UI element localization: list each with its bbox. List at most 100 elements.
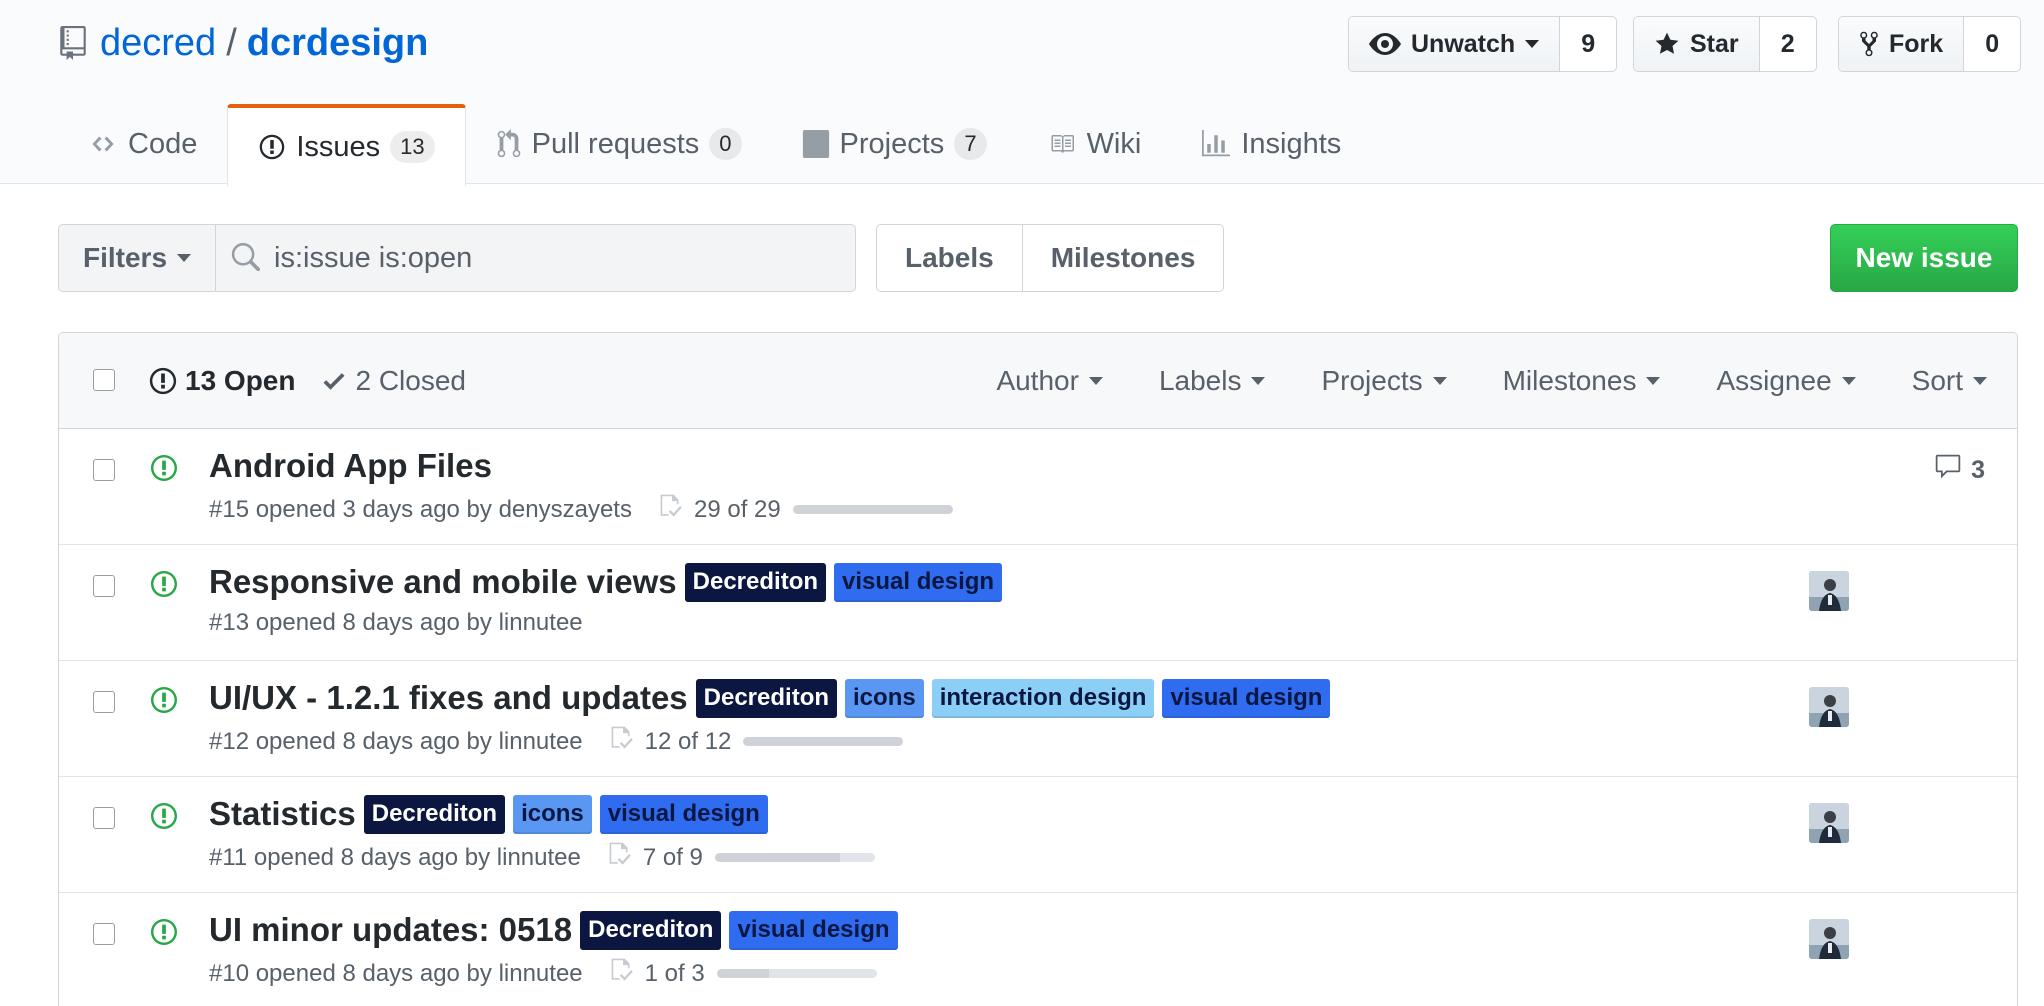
tab-pull-requests-counter: 0	[709, 127, 742, 161]
eye-icon	[1369, 33, 1401, 55]
chevron-down-icon	[1973, 376, 1987, 385]
assignee-filter-label: Assignee	[1716, 364, 1832, 396]
repo-owner-link[interactable]: decred	[100, 22, 216, 65]
assignee-avatar[interactable]	[1809, 571, 1849, 611]
issue-label[interactable]: icons	[845, 679, 924, 718]
new-issue-button[interactable]: New issue	[1830, 224, 2018, 292]
issue-opened-icon	[151, 453, 177, 488]
issue-meta-text: #12 opened 8 days ago by linnutee	[209, 727, 583, 755]
tab-code[interactable]: Code	[58, 104, 227, 184]
fork-count[interactable]: 0	[1964, 17, 2020, 71]
filters-button[interactable]: Filters	[58, 224, 217, 292]
checklist-icon	[609, 957, 645, 990]
search-input[interactable]	[274, 241, 835, 275]
author-filter[interactable]: Author	[996, 365, 1103, 397]
issue-label[interactable]: Decrediton	[684, 563, 827, 602]
issue-meta-text: #15 opened 3 days ago by denyszayets	[209, 495, 632, 523]
projects-filter[interactable]: Projects	[1321, 365, 1447, 397]
issue-label[interactable]: Decrediton	[695, 679, 838, 718]
tab-wiki[interactable]: Wiki	[1017, 104, 1172, 184]
task-progress: 7 of 9	[607, 841, 875, 874]
repo-name-link[interactable]: dcrdesign	[247, 22, 429, 65]
issue-title-link[interactable]: UI minor updates: 0518	[209, 911, 572, 949]
task-progress-fill	[792, 505, 953, 514]
issue-label[interactable]: visual design	[1162, 679, 1331, 718]
code-icon	[92, 136, 114, 152]
task-progress-bar	[743, 737, 904, 746]
closed-issues-link[interactable]: 2 Closed	[321, 365, 466, 397]
tab-issues-counter: 13	[390, 130, 435, 164]
star-button[interactable]: Star	[1634, 17, 1760, 71]
issue-title-link[interactable]: Android App Files	[209, 447, 492, 485]
milestones-button[interactable]: Milestones	[1023, 225, 1224, 291]
issue-meta-text: #13 opened 8 days ago by linnutee	[209, 609, 583, 636]
tab-pull-requests-label: Pull requests	[531, 127, 700, 160]
issue-filter-dropdowns: Author Labels Projects Milestones Assign…	[940, 365, 1987, 397]
tab-projects-label: Projects	[839, 127, 945, 160]
tab-pull-requests[interactable]: Pull requests 0	[466, 104, 772, 184]
task-count: 7 of 9	[642, 843, 703, 871]
labels-milestones-group: Labels Milestones	[876, 224, 1225, 292]
issue-checkbox[interactable]	[93, 807, 115, 829]
tab-issues[interactable]: Issues 13	[227, 104, 466, 186]
milestones-filter-label: Milestones	[1502, 364, 1637, 396]
tab-insights-label: Insights	[1241, 127, 1342, 160]
repo-nav-tabs: Code Issues 13 Pull requests 0 Projects …	[58, 104, 1371, 186]
issue-row: Android App Files #15 opened 3 days ago b…	[59, 429, 2017, 545]
issue-label[interactable]: Decrediton	[580, 911, 722, 950]
filter-bar: Filters	[58, 224, 857, 292]
issue-label[interactable]: interaction design	[931, 679, 1155, 718]
issue-meta: #10 opened 8 days ago by linnutee 1 of 3	[209, 957, 877, 990]
chevron-down-icon	[1251, 376, 1266, 385]
assignee-avatar[interactable]	[1809, 803, 1849, 843]
milestones-filter[interactable]: Milestones	[1503, 365, 1661, 397]
comments-link[interactable]: 3	[1933, 453, 1985, 488]
sort-filter[interactable]: Sort	[1912, 365, 1987, 397]
task-progress-fill	[716, 969, 770, 978]
repo-header: decred / dcrdesign Unwatch 9 Star 2 Fork…	[0, 0, 2044, 186]
open-issues-link[interactable]: 13 Open	[149, 365, 295, 397]
checklist-icon	[609, 725, 645, 758]
book-icon	[1051, 135, 1074, 153]
issue-state-links: 13 Open 2 Closed	[149, 365, 466, 397]
issues-list: 13 Open 2 Closed Author Labels Projects …	[58, 332, 2018, 1006]
tab-insights[interactable]: Insights	[1171, 104, 1371, 184]
issue-label[interactable]: Decrediton	[363, 795, 506, 834]
issue-title-link[interactable]: Statistics	[209, 795, 356, 833]
issue-checkbox[interactable]	[93, 575, 115, 597]
assignee-avatar[interactable]	[1809, 687, 1849, 727]
issue-label[interactable]: icons	[513, 795, 592, 834]
labels-button[interactable]: Labels	[877, 225, 1023, 291]
chevron-down-icon	[1841, 376, 1856, 385]
chevron-down-icon	[1432, 376, 1447, 385]
star-button-group: Star 2	[1633, 16, 1817, 72]
labels-filter[interactable]: Labels	[1159, 365, 1266, 397]
issue-checkbox[interactable]	[93, 923, 115, 945]
task-count: 29 of 29	[693, 495, 781, 523]
select-all-checkbox[interactable]	[93, 369, 115, 391]
watch-label: Unwatch	[1411, 29, 1516, 58]
issue-title-line: UI minor updates: 0518 Decrediton visual d…	[209, 911, 898, 950]
issue-meta: #13 opened 8 days ago by linnutee	[209, 609, 583, 637]
tab-projects[interactable]: Projects 7	[772, 104, 1017, 184]
issue-label[interactable]: visual design	[834, 563, 1003, 602]
issue-label[interactable]: visual design	[729, 911, 898, 950]
issue-row: UI/UX - 1.2.1 fixes and updates Decredito…	[59, 661, 2017, 777]
issue-label[interactable]: visual design	[599, 795, 768, 834]
fork-label: Fork	[1889, 29, 1944, 58]
assignee-avatar[interactable]	[1809, 919, 1849, 959]
issues-list-header: 13 Open 2 Closed Author Labels Projects …	[59, 333, 2017, 429]
issue-checkbox[interactable]	[93, 459, 115, 481]
check-icon	[323, 372, 345, 390]
star-count[interactable]: 2	[1760, 17, 1816, 71]
fork-button[interactable]: Fork	[1839, 17, 1965, 71]
assignee-filter[interactable]: Assignee	[1716, 364, 1856, 397]
watch-count[interactable]: 9	[1560, 17, 1616, 71]
watch-button[interactable]: Unwatch	[1349, 17, 1561, 71]
issue-title-link[interactable]: UI/UX - 1.2.1 fixes and updates	[209, 679, 688, 717]
tab-code-label: Code	[128, 127, 198, 160]
issue-checkbox[interactable]	[93, 691, 115, 713]
issue-title-link[interactable]: Responsive and mobile views	[209, 563, 677, 601]
issue-opened-icon	[151, 569, 177, 604]
author-filter-label: Author	[996, 364, 1079, 396]
